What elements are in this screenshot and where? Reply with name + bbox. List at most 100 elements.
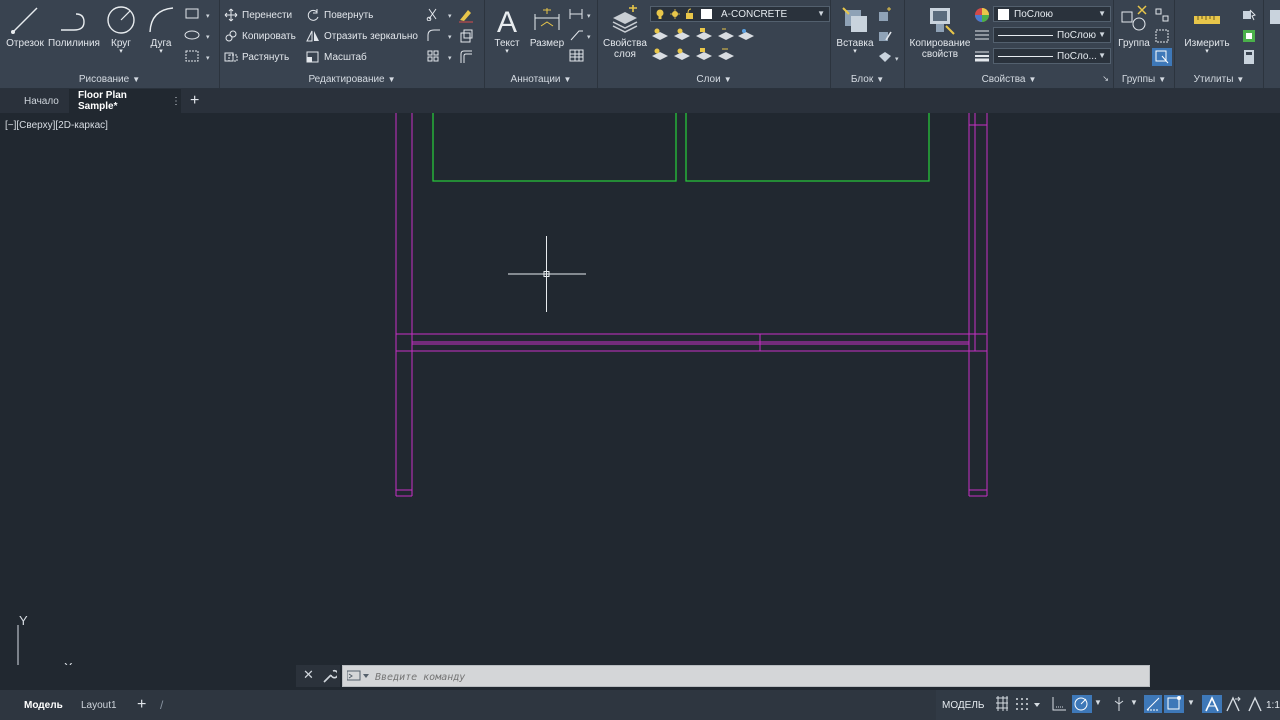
layer-properties-label-2: слоя: [614, 49, 636, 60]
hatch-icon[interactable]: ▾: [184, 49, 214, 63]
group-selection-icon[interactable]: [1152, 48, 1172, 66]
leader-icon[interactable]: ▾: [569, 28, 595, 42]
table-icon[interactable]: [569, 49, 585, 63]
calculator-icon[interactable]: [1241, 49, 1257, 65]
rotate-button[interactable]: Повернуть: [306, 6, 373, 24]
dimension-button[interactable]: Размер: [529, 4, 565, 49]
groups-panel-title[interactable]: Группы ▼: [1114, 74, 1174, 85]
erase-icon[interactable]: [458, 7, 474, 23]
group-edit-icon[interactable]: [1154, 28, 1170, 44]
move-button[interactable]: Перенести: [224, 6, 292, 24]
properties-launcher-icon[interactable]: ↘: [1102, 74, 1109, 83]
offset-icon[interactable]: [458, 49, 474, 65]
group-button[interactable]: Группа: [1116, 4, 1152, 49]
command-input[interactable]: [373, 666, 1137, 688]
quick-select-icon[interactable]: [1241, 7, 1257, 23]
layer-dropdown[interactable]: A-CONCRETE ▼: [650, 6, 830, 22]
layer-properties-button[interactable]: Свойства слоя: [602, 4, 648, 60]
polar-tracking-icon[interactable]: [1072, 695, 1092, 713]
drawing-canvas[interactable]: Y X: [0, 113, 1280, 665]
block-panel-title[interactable]: Блок ▼: [831, 74, 904, 85]
tab-layout1[interactable]: Layout1: [81, 694, 117, 716]
model-space-toggle[interactable]: МОДЕЛЬ: [942, 694, 984, 716]
polyline-button[interactable]: Полилиния: [46, 4, 102, 49]
linear-dim-icon[interactable]: ▾: [569, 7, 595, 21]
isodraft-icon[interactable]: [1110, 695, 1128, 713]
copy-label: Копировать: [242, 30, 296, 42]
object-snap-tracking-icon[interactable]: [1144, 695, 1162, 713]
tab-menu-icon[interactable]: ⋮: [171, 96, 181, 107]
line-button[interactable]: Отрезок: [4, 4, 46, 49]
ungroup-icon[interactable]: [1154, 7, 1170, 23]
annotation-visibility-icon[interactable]: [1202, 695, 1222, 713]
copy-button[interactable]: Копировать: [224, 27, 296, 45]
match-properties-button[interactable]: Копирование свойств: [909, 4, 971, 60]
edit-block-icon[interactable]: [877, 28, 893, 44]
clipboard-panel-edge[interactable]: [1266, 6, 1280, 86]
auto-scale-icon[interactable]: [1224, 695, 1242, 713]
groups-panel: Группа Группы ▼: [1114, 0, 1175, 88]
lineweight-dropdown[interactable]: ПоСло... ▼: [993, 48, 1111, 64]
insert-block-icon: [842, 7, 867, 32]
tab-start[interactable]: Начало: [14, 89, 68, 113]
isodraft-dropdown-icon[interactable]: ▼: [1130, 698, 1138, 707]
properties-panel-title[interactable]: Свойства ▼ ↘: [905, 74, 1113, 85]
tab-model[interactable]: Модель: [24, 694, 63, 716]
command-line-tools: ✕: [296, 665, 340, 687]
object-snap-dropdown-icon[interactable]: ▼: [1187, 698, 1195, 707]
new-tab-button[interactable]: +: [190, 89, 210, 113]
polar-dropdown-icon[interactable]: ▼: [1094, 698, 1102, 707]
new-layout-button[interactable]: +: [137, 694, 146, 716]
annotation-scale-icon[interactable]: [1246, 695, 1264, 713]
stretch-button[interactable]: Растянуть: [224, 48, 289, 66]
cabinet-right: [685, 113, 930, 182]
block-panel: Вставка ▾ ▾ Блок ▼: [831, 0, 905, 88]
ellipse-icon[interactable]: ▾: [184, 28, 214, 42]
circle-button[interactable]: Круг ▾: [102, 4, 140, 55]
tab-floor-plan[interactable]: Floor Plan Sample* ⋮: [69, 89, 181, 113]
arc-button[interactable]: Дуга ▾: [142, 4, 180, 55]
rectangle-icon[interactable]: ▾: [184, 7, 214, 21]
recent-commands-icon[interactable]: [347, 670, 369, 682]
ortho-icon[interactable]: [1050, 695, 1068, 713]
modify-panel-title[interactable]: Редактирование ▼: [220, 74, 484, 85]
lineweight-sample: [998, 55, 1053, 57]
trim-icon[interactable]: ▾: [426, 7, 456, 21]
annotation-panel-title[interactable]: Аннотации ▼: [485, 74, 597, 85]
grid-icon[interactable]: [994, 695, 1010, 713]
draw-panel-title[interactable]: Рисование ▼: [0, 74, 219, 85]
layer-tools-row1-icons[interactable]: [650, 26, 754, 44]
color-wheel-icon[interactable]: [974, 7, 990, 23]
layer-tools-row2-icons[interactable]: [650, 46, 754, 64]
block-attributes-icon[interactable]: ▾: [877, 49, 903, 65]
color-dropdown[interactable]: ПоСлою ▼: [993, 6, 1111, 22]
measure-button[interactable]: Измерить ▾: [1181, 4, 1233, 55]
close-command-line-icon[interactable]: ✕: [303, 667, 314, 683]
explode-icon[interactable]: [458, 28, 474, 44]
insert-button[interactable]: Вставка ▾: [835, 4, 875, 55]
fillet-icon[interactable]: ▾: [426, 28, 456, 42]
object-snap-icon[interactable]: [1164, 695, 1184, 713]
layers-panel-title[interactable]: Слои ▼: [598, 74, 830, 85]
array-icon[interactable]: ▾: [426, 49, 456, 63]
annotation-scale-value[interactable]: 1:1: [1266, 694, 1280, 716]
ucs-x-label: X: [64, 660, 73, 665]
scale-button[interactable]: Масштаб: [306, 48, 367, 66]
customize-wrench-icon[interactable]: [321, 668, 337, 684]
linetype-icon[interactable]: [974, 29, 990, 41]
linetype-dropdown[interactable]: ПоСлою ▼: [993, 27, 1111, 43]
measure-icon: [1194, 16, 1220, 24]
select-all-icon[interactable]: [1241, 28, 1257, 44]
rotate-label: Повернуть: [324, 9, 374, 21]
lineweight-icon[interactable]: [974, 50, 990, 62]
command-input-box[interactable]: [342, 665, 1150, 688]
match-properties-icon: [930, 8, 955, 35]
create-block-icon[interactable]: [877, 7, 893, 23]
rotate-icon: [307, 9, 319, 21]
file-tab-bar: Начало Floor Plan Sample* ⋮ +: [0, 89, 1280, 113]
mirror-button[interactable]: Отразить зеркально: [306, 27, 418, 45]
text-button[interactable]: A Текст ▾: [491, 4, 523, 55]
snap-icon[interactable]: [1014, 695, 1042, 713]
utilities-panel-title[interactable]: Утилиты ▼: [1175, 74, 1263, 85]
viewport-controls[interactable]: [−][Сверху][2D-каркас]: [5, 120, 108, 131]
